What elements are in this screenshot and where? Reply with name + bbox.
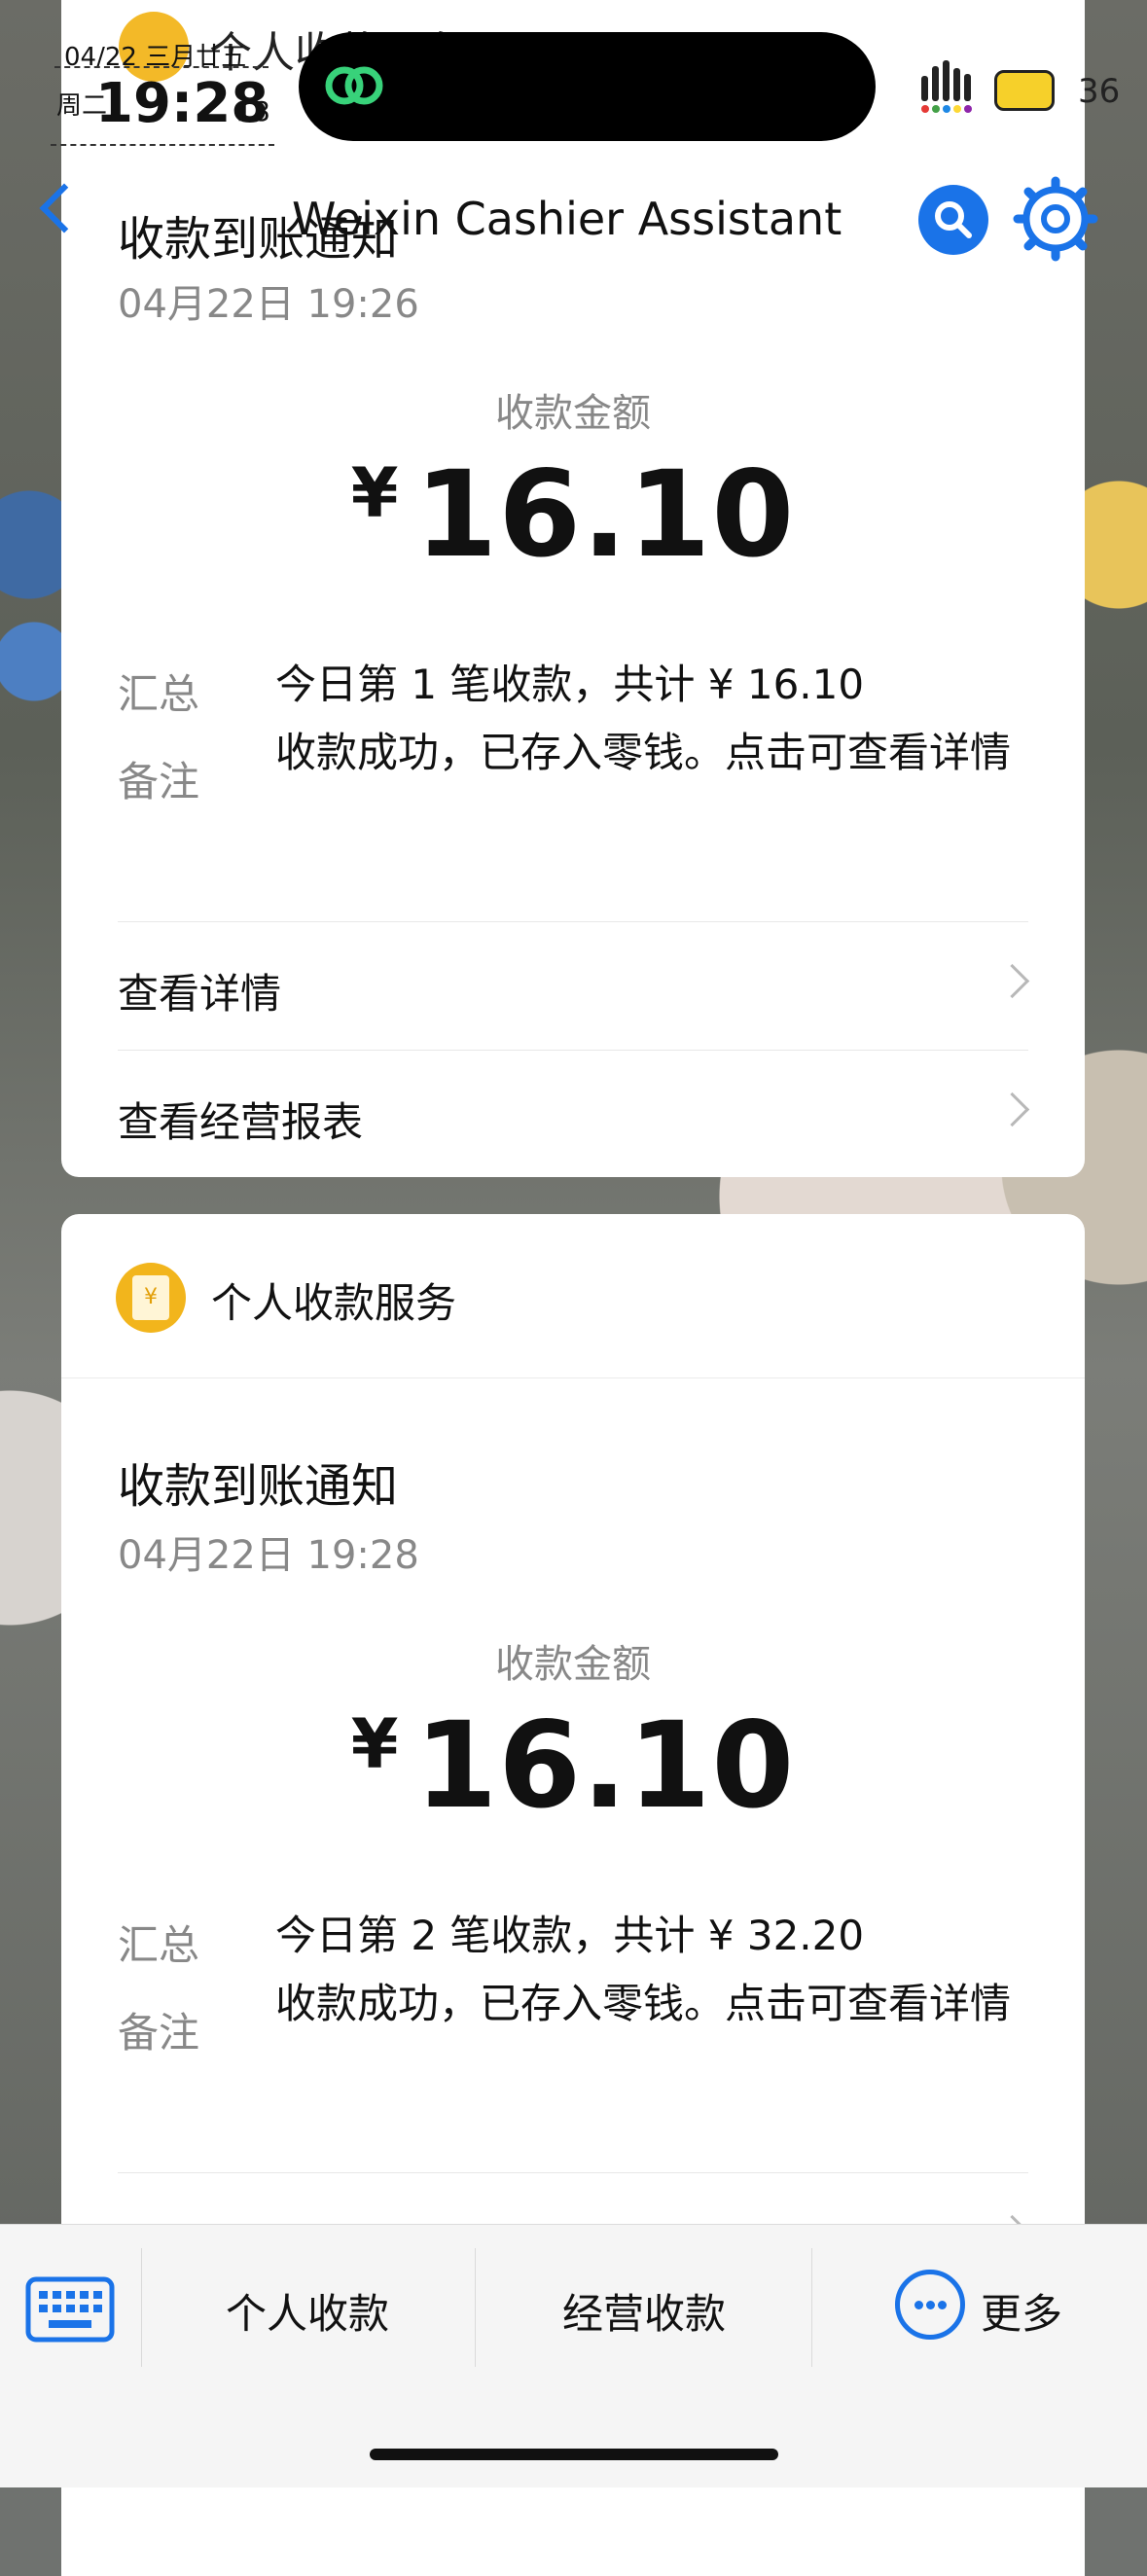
amount-value: ¥16.10 [350,446,796,584]
tab-more[interactable]: 更多 [981,2281,1062,2341]
tab-personal-collection[interactable]: 个人收款 [226,2281,389,2341]
status-seconds: 18 [235,95,270,127]
chevron-right-icon [994,1091,1030,1127]
summary-value: 今日第 1 笔收款，共计 ¥ 16.10 [275,661,865,708]
search-button[interactable] [918,185,988,255]
notification-card-1[interactable]: 收款金额 ¥16.10 汇总 今日第 1 笔收款，共计 ¥ 16.10 备注 收… [61,0,1085,1177]
gear-icon[interactable] [1012,175,1099,263]
link-icon [325,66,383,105]
signal-icon [921,60,972,113]
amount-label: 收款金额 [495,391,651,436]
summary-key: 汇总 [118,1921,200,1969]
divider [54,66,269,68]
wallet-icon: ¥ [116,1263,186,1333]
keyboard-icon[interactable] [25,2270,115,2345]
notification-title: 收款到账通知 [118,1459,399,1514]
note-key: 备注 [118,758,200,805]
amount-label: 收款金额 [495,1642,651,1687]
view-details-label: 查看详情 [118,970,282,1018]
amount-value: ¥16.10 [350,1697,796,1835]
note-value: 收款成功，已存入零钱。点击可查看详情 [275,1980,1012,2027]
search-icon [935,201,972,238]
page-title: Weixin Cashier Assistant [292,193,842,245]
battery-icon [994,70,1055,111]
view-details-row[interactable]: 查看详情 [118,922,1030,1049]
summary-key: 汇总 [118,670,200,718]
view-report-label: 查看经营报表 [118,1098,364,1146]
home-indicator [370,2449,778,2460]
chevron-right-icon [994,963,1030,999]
summary-value: 今日第 2 笔收款，共计 ¥ 32.20 [275,1912,865,1959]
status-bar: 个人收款服务 04/22 三月廿五 周二 19:28 18 36 [0,0,1147,146]
divider [475,2248,476,2367]
service-name: 个人收款服务 [211,1279,457,1327]
more-icon[interactable] [895,2270,965,2340]
tab-business-collection[interactable]: 经营收款 [562,2281,726,2341]
divider [811,2248,812,2367]
battery-level: 36 [1078,72,1121,111]
bottom-bar: 个人收款 经营收款 更多 [0,2224,1147,2487]
ghost-notification-time: 04月22日 19:26 [118,282,419,327]
view-report-row[interactable]: 查看经营报表 [118,1051,1030,1177]
note-value: 收款成功，已存入零钱。点击可查看详情 [275,729,1012,776]
divider [141,2248,142,2367]
divider [51,144,274,146]
notification-time: 04月22日 19:28 [118,1533,419,1578]
note-key: 备注 [118,2009,200,2057]
service-header[interactable]: ¥ 个人收款服务 [61,1214,1085,1378]
